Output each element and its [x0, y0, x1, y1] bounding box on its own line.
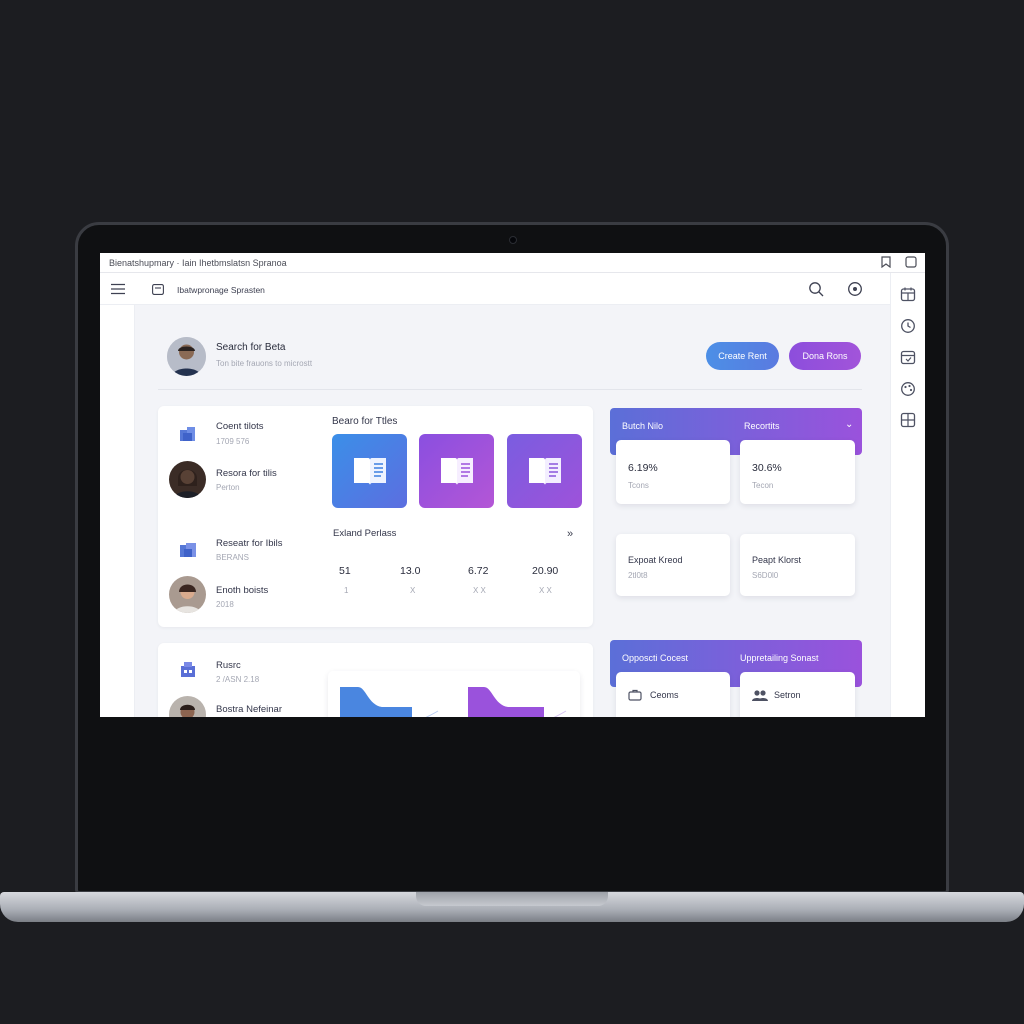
metric-value: 6.19%: [628, 462, 658, 474]
page-title: Search for Beta: [216, 342, 286, 353]
title-bar: Bienatshupmary · Iain Ihetbmslatsn Spran…: [100, 253, 925, 273]
info-card[interactable]: Expoat Kreod 2tl0t8: [616, 534, 730, 596]
profile-avatar[interactable]: [167, 337, 206, 376]
list-item-sub: 2 /ASN 2.18: [216, 675, 260, 684]
book-tile[interactable]: [507, 434, 582, 508]
stack-icon: [178, 540, 198, 560]
info-sub: S6D0l0: [752, 571, 779, 580]
page-subtitle: Ton bite frauons to microstt: [216, 359, 313, 368]
mini-card-title: Setron: [774, 690, 801, 700]
breadcrumb: Ibatwpronage Sprasten: [177, 285, 265, 295]
stat-sub: X X: [473, 586, 486, 595]
document-blocks-icon: [178, 424, 198, 444]
bottom-panel-header-left: Opposcti Cocest: [622, 653, 689, 663]
menu-icon[interactable]: [109, 280, 127, 298]
chart-preview-card[interactable]: [328, 671, 580, 717]
secondary-button[interactable]: Dona Rons: [789, 342, 861, 370]
book-tile[interactable]: [332, 434, 407, 508]
left-rail: [100, 305, 135, 717]
palette-icon[interactable]: [900, 381, 916, 397]
stat-sub: X X: [539, 586, 552, 595]
avatar: [169, 461, 206, 498]
screen: Bienatshupmary · Iain Ihetbmslatsn Spran…: [100, 253, 925, 717]
mini-card-title: Ceoms: [650, 690, 679, 700]
list-item-sub: Perton: [216, 483, 240, 492]
chat-icon[interactable]: [846, 280, 864, 298]
list-item-title: Enoth boists: [216, 585, 269, 596]
stat-sub: 1: [344, 586, 349, 595]
tiles-title: Bearo for Ttles: [332, 416, 398, 427]
list-item-sub: BERANS: [216, 553, 249, 562]
book-icon: [526, 454, 564, 488]
tab-page-icon[interactable]: [149, 280, 167, 298]
metrics-header-left: Butch Nilo: [622, 421, 664, 431]
calendar-check-icon[interactable]: [900, 349, 916, 365]
book-icon: [438, 454, 476, 488]
book-icon: [351, 454, 389, 488]
info-title: Peapt Klorst: [752, 555, 802, 565]
header-divider: [158, 389, 862, 390]
window-icon[interactable]: [905, 256, 917, 268]
briefcase-icon: [628, 688, 642, 701]
webcam: [509, 236, 517, 244]
metric-card[interactable]: 30.6% Tecon: [740, 440, 855, 504]
search-icon[interactable]: [807, 280, 825, 298]
window-title: Bienatshupmary · Iain Ihetbmslatsn Spran…: [109, 257, 287, 268]
list-item-title: Bostra Nefeinar: [216, 704, 283, 715]
stat-value: 6.72: [468, 565, 489, 577]
metric-sub: Tecon: [752, 481, 774, 490]
metrics-header-right: Recortits: [744, 421, 780, 431]
building-icon: [178, 660, 198, 680]
stats-more-icon[interactable]: »: [567, 528, 573, 540]
top-bar: Ibatwpronage Sprasten: [100, 273, 890, 305]
create-button[interactable]: Create Rent: [706, 342, 779, 370]
bottom-mini-card[interactable]: Setron: [740, 672, 855, 717]
avatar: [169, 576, 206, 613]
list-item-sub: 1709 576: [216, 437, 250, 446]
info-card[interactable]: Peapt Klorst S6D0l0: [740, 534, 855, 596]
metric-sub: Tcons: [628, 481, 649, 490]
list-item-title: Rusrc: [216, 660, 241, 671]
list-item-sub: 2018: [216, 600, 234, 609]
stat-value: 20.90: [532, 565, 559, 577]
bottom-panel-header-right: Uppretailing Sonast: [740, 653, 819, 663]
list-item-title: Resora for tilis: [216, 468, 277, 479]
metric-value: 30.6%: [752, 462, 782, 474]
stat-value: 13.0: [400, 565, 421, 577]
list-item-title: Coent tilots: [216, 421, 264, 432]
info-sub: 2tl0t8: [628, 571, 648, 580]
chevron-down-icon[interactable]: ⌄: [845, 419, 853, 430]
book-tile[interactable]: [419, 434, 494, 508]
stats-title: Exland Perlass: [333, 528, 397, 539]
bottom-mini-card[interactable]: Ceoms: [616, 672, 730, 717]
laptop-notch: [416, 892, 608, 906]
area-chart-preview: [340, 687, 567, 717]
right-rail: [890, 273, 925, 717]
bookmark-icon[interactable]: [881, 256, 891, 269]
users-icon: [752, 688, 768, 701]
clock-icon[interactable]: [900, 318, 916, 334]
list-item-title: Reseatr for Ibils: [216, 538, 283, 549]
info-title: Expoat Kreod: [628, 555, 683, 565]
metric-card[interactable]: 6.19% Tcons: [616, 440, 730, 504]
stat-sub: X: [410, 586, 416, 595]
calendar-icon[interactable]: [900, 286, 916, 302]
stat-value: 51: [339, 565, 351, 577]
grid-icon[interactable]: [900, 412, 916, 428]
